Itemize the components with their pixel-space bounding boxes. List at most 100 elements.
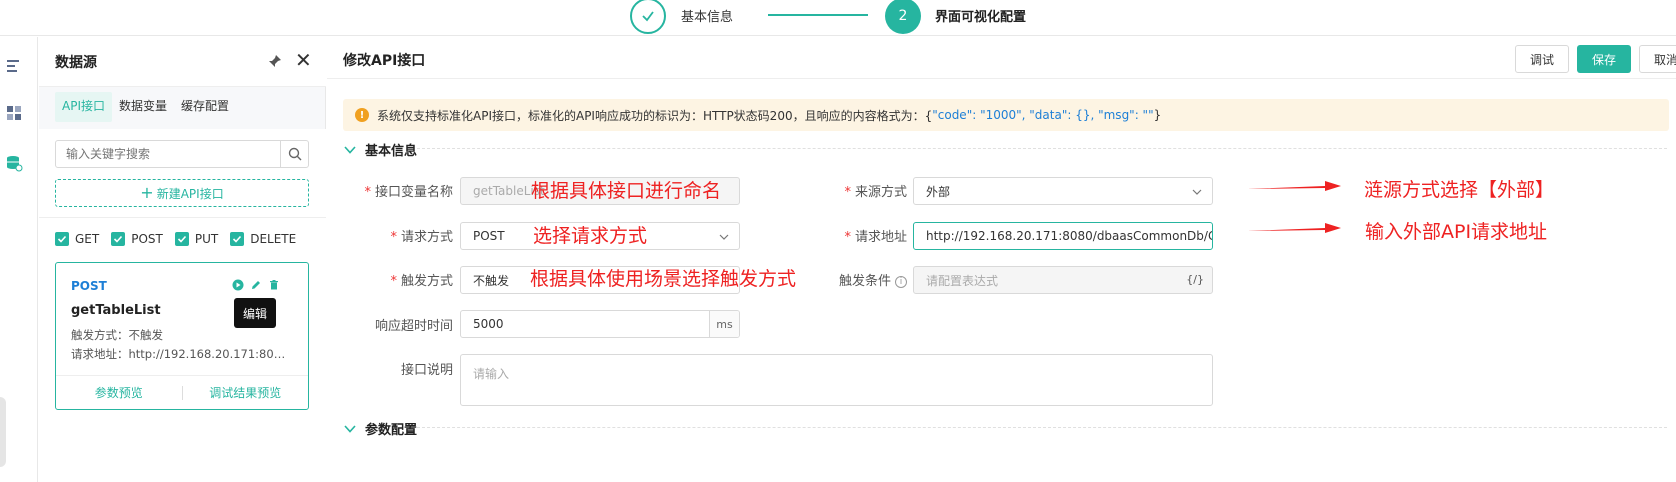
timeout-value: 5000 [473,317,504,331]
condition-placeholder: 请配置表达式 [926,273,999,288]
url-input[interactable]: http://192.168.20.171:8080/dbaasCommonDb… [913,222,1213,250]
new-api-label: 新建API接口 [156,186,224,201]
url-annotation: 输入外部API请求地址 [1365,221,1548,243]
search-icon[interactable] [280,141,308,167]
plus-icon: + [140,183,154,202]
checkbox-checked-icon[interactable] [111,232,126,246]
checkbox-checked-icon[interactable] [230,232,245,246]
url-label: * 请求地址 [844,230,907,245]
step2-label: 界面可视化配置 [935,10,1027,25]
section-params-title: 参数配置 [365,423,418,438]
outline-icon[interactable] [5,57,23,75]
var-name-label: * 接口变量名称 [364,185,453,200]
notice-prefix: 系统仅支持标准化API接口，标准化的API响应成功的标识为：HTTP状态码200… [377,108,933,123]
notice-json: "code": "1000", "data": {}, "msg": "" [932,108,1154,122]
filter-label: POST [131,232,163,246]
condition-input[interactable]: 请配置表达式 {/} [913,266,1213,294]
section-basic-title: 基本信息 [365,144,418,159]
condition-label: 触发条件 i [807,270,907,289]
section-divider [417,148,1667,149]
desc-label: 接口说明 [400,363,453,378]
card-trigger: 触发方式：不触发 [71,328,163,342]
method-filters: GET POST PUT DELETE [55,232,296,246]
datasource-icon[interactable] [5,154,23,172]
filter-put[interactable]: PUT [174,232,218,246]
card-footer: 参数预览 调试结果预览 [56,375,308,409]
datasource-title: 数据源 [55,55,97,71]
pin-icon[interactable] [267,53,283,69]
step1-check-icon [630,0,666,34]
debug-button[interactable]: 调试 [1515,45,1569,73]
checkbox-checked-icon[interactable] [55,232,69,246]
search-box [55,140,309,168]
filter-label: DELETE [250,232,297,246]
method-annotation: 选择请求方式 [533,225,648,247]
timeout-label: 响应超时时间 [374,319,453,334]
section-params[interactable]: 参数配置 [343,419,417,438]
trigger-value: 不触发 [473,273,510,288]
run-icon[interactable] [232,279,244,295]
section-divider [417,427,1667,428]
main-header: 修改API接口 调试 保存 取消 [327,37,1676,79]
edit-tooltip: 编辑 [234,298,276,328]
card-method: POST [71,279,107,293]
notice-suffix: } [1153,108,1162,122]
datasource-panel: 数据源 ✕ API接口 数据变量 缓存配置 + 新建API接口 GET [39,37,326,482]
delete-icon[interactable] [268,279,280,295]
filter-label: GET [75,232,100,246]
info-icon[interactable]: i [895,275,907,288]
filter-delete[interactable]: DELETE [230,232,296,246]
left-rail [0,37,38,482]
datasource-header: 数据源 ✕ [39,37,326,87]
expression-icon[interactable]: {/} [1186,273,1204,286]
edit-icon[interactable] [250,279,262,295]
timeout-input[interactable]: 5000 ms [460,310,740,338]
name-annotation: 根据具体接口进行命名 [531,180,722,202]
trigger-label: * 触发方式 [390,274,453,289]
notice-banner: ! 系统仅支持标准化API接口，标准化的API响应成功的标识为：HTTP状态码2… [343,99,1669,131]
timeout-unit: ms [709,311,739,337]
datasource-body: + 新建API接口 GET POST PUT DELETE POST [39,129,326,482]
filter-get[interactable]: GET [55,232,99,246]
method-value: POST [473,229,505,243]
section-basic[interactable]: 基本信息 [343,140,417,159]
source-label: * 来源方式 [844,185,907,200]
datasource-tabs: API接口 数据变量 缓存配置 [55,92,236,122]
checkbox-checked-icon[interactable] [174,232,189,246]
tab-cache[interactable]: 缓存配置 [174,92,236,122]
drawer-handle[interactable] [0,397,6,467]
close-icon[interactable]: ✕ [295,50,315,70]
source-select[interactable]: 外部 [913,177,1213,205]
search-input[interactable] [56,141,281,167]
method-label: * 请求方式 [390,230,453,245]
main-panel: 修改API接口 调试 保存 取消 ! 系统仅支持标准化API接口，标准化的API… [327,37,1676,482]
arrow-right-icon [1247,223,1341,233]
chevron-down-icon [1192,189,1202,195]
tab-api[interactable]: API接口 [55,92,112,122]
card-actions [232,279,280,295]
step1-label: 基本信息 [681,10,734,25]
chevron-down-icon [344,145,356,154]
trigger-annotation: 根据具体使用场景选择触发方式 [530,268,797,290]
new-api-button[interactable]: + 新建API接口 [55,179,309,207]
source-value: 外部 [926,184,951,199]
step2-number: 2 [885,0,921,34]
page-title: 修改API接口 [343,53,426,69]
warning-icon: ! [355,108,369,122]
save-button[interactable]: 保存 [1577,45,1631,73]
cancel-button[interactable]: 取消 [1639,45,1676,73]
params-preview-link[interactable]: 参数预览 [56,384,182,401]
card-name: getTableList [71,303,161,318]
tab-variables[interactable]: 数据变量 [112,92,174,122]
divider [39,217,326,218]
desc-textarea[interactable]: 请输入 [460,354,1213,406]
api-card[interactable]: POST getTableList 编辑 触发方式：不触发 请求地址：http:… [55,262,309,410]
step-connector [768,14,868,16]
filter-post[interactable]: POST [111,232,163,246]
stepper: 基本信息 2 界面可视化配置 [0,0,1676,36]
result-preview-link[interactable]: 调试结果预览 [183,384,309,401]
arrow-right-icon [1247,181,1341,191]
chevron-down-icon [344,424,356,433]
components-icon[interactable] [5,104,23,122]
source-annotation: 涟源方式选择【外部】 [1364,179,1555,201]
